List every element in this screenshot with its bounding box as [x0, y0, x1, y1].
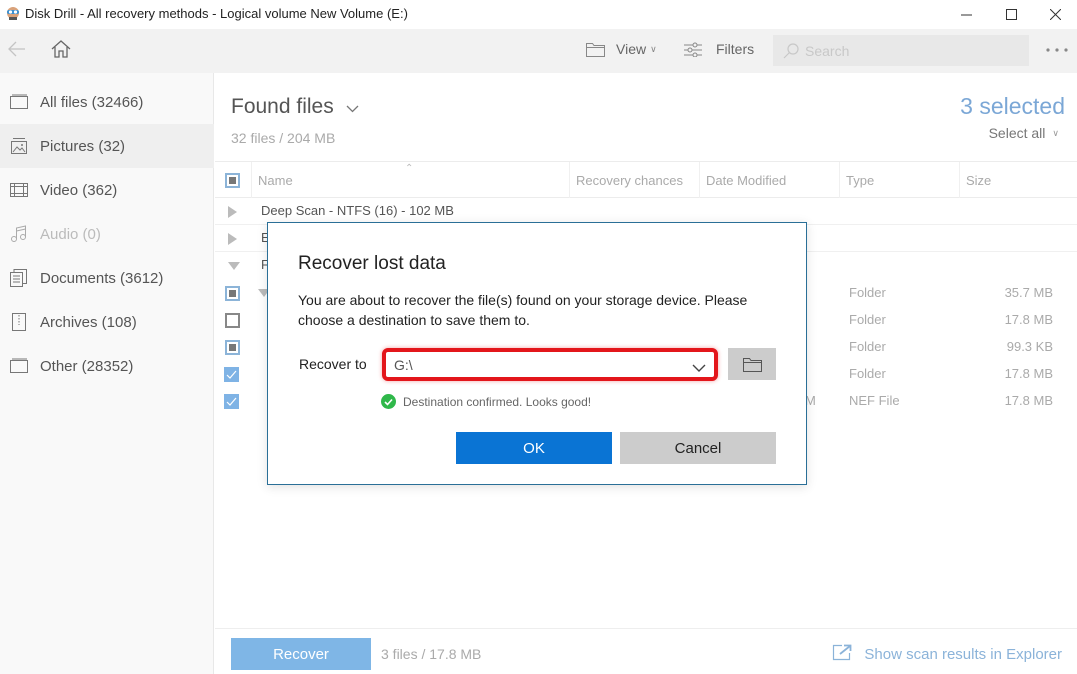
sidebar-item-label: Pictures (32) [40, 137, 126, 155]
search-icon [783, 43, 799, 64]
sidebar-item-label: Documents (3612) [40, 269, 164, 287]
audio-icon [10, 225, 28, 243]
column-type[interactable]: Type [839, 162, 959, 198]
row-checkbox[interactable] [225, 286, 240, 301]
search-input[interactable] [805, 41, 1015, 61]
minimize-button[interactable] [943, 0, 989, 29]
select-all-checkbox[interactable] [225, 173, 240, 188]
close-button[interactable] [1032, 0, 1077, 29]
table-header: Name ⌃ Recovery chances Date Modified Ty… [215, 161, 1077, 198]
picture-icon [10, 137, 28, 155]
confirmation-text: Destination confirmed. Looks good! [403, 394, 592, 409]
selected-count: 3 selected [960, 93, 1065, 119]
check-circle-icon [381, 394, 396, 409]
expand-icon[interactable] [228, 206, 237, 218]
bottom-bar: Recover 3 files / 17.8 MB Show scan resu… [215, 628, 1077, 674]
column-recovery-chances[interactable]: Recovery chances [569, 162, 699, 198]
other-icon [10, 357, 28, 375]
sidebar-item-label: All files (32466) [40, 93, 144, 111]
column-size[interactable]: Size [959, 162, 1077, 198]
sliders-icon [684, 42, 702, 57]
folder-icon [742, 357, 762, 372]
title-bar: Disk Drill - All recovery methods - Logi… [0, 0, 1077, 29]
show-in-explorer-link[interactable]: Show scan results in Explorer [832, 644, 1062, 665]
sidebar-item-audio[interactable]: Audio (0) [0, 212, 214, 256]
all-files-icon [10, 93, 28, 111]
minimize-icon [960, 14, 972, 16]
dialog-message: You are about to recover the file(s) fou… [298, 292, 748, 328]
chevron-down-icon: ∨ [1052, 127, 1059, 138]
sidebar-item-other[interactable]: Other (28352) [0, 344, 214, 388]
folder-icon [586, 42, 605, 57]
row-checkbox[interactable] [224, 367, 239, 382]
destination-status: Destination confirmed. Looks good! [381, 394, 591, 409]
found-files-dropdown[interactable]: Found files [231, 95, 359, 119]
sidebar-item-archives[interactable]: Archives (108) [0, 300, 214, 344]
column-date-modified[interactable]: Date Modified [699, 162, 839, 198]
view-label: View [616, 41, 647, 57]
filters-label: Filters [716, 41, 755, 57]
table-row[interactable]: Deep Scan - NTFS (16) - 102 MB [215, 198, 1077, 225]
home-button[interactable] [51, 40, 71, 58]
checkmark-icon [226, 397, 237, 406]
sidebar: All files (32466) Pictures (32) Video (3… [0, 73, 214, 674]
maximize-icon [1005, 9, 1017, 20]
sidebar-item-documents[interactable]: Documents (3612) [0, 256, 214, 300]
toolbar: View ∨ Filters [0, 29, 1077, 73]
sort-ascending-icon: ⌃ [405, 163, 414, 174]
page-title: Found files [231, 95, 334, 118]
back-button[interactable] [8, 41, 26, 57]
window-title: Disk Drill - All recovery methods - Logi… [25, 6, 408, 21]
sidebar-item-label: Audio (0) [40, 225, 101, 243]
arrow-left-icon [8, 41, 25, 57]
chevron-down-icon [346, 95, 359, 119]
sidebar-item-label: Archives (108) [40, 313, 137, 331]
recover-summary: 3 files / 17.8 MB [381, 646, 482, 662]
recover-dialog: Recover lost data You are about to recov… [267, 222, 807, 485]
checkmark-icon [226, 370, 237, 379]
sidebar-item-pictures[interactable]: Pictures (32) [0, 124, 214, 168]
home-icon [51, 40, 71, 58]
sidebar-item-all-files[interactable]: All files (32466) [0, 80, 214, 124]
chevron-down-icon [692, 360, 706, 378]
more-horizontal-icon [1046, 48, 1068, 52]
view-menu-button[interactable]: View ∨ [586, 41, 657, 57]
recover-to-label: Recover to [299, 356, 367, 372]
cancel-button[interactable]: Cancel [620, 432, 776, 464]
disk-drill-icon [6, 6, 20, 21]
archive-icon [10, 313, 28, 331]
sidebar-item-label: Video (362) [40, 181, 118, 199]
row-checkbox[interactable] [224, 394, 239, 409]
video-icon [10, 181, 28, 199]
maximize-button[interactable] [988, 0, 1034, 29]
select-all-dropdown[interactable]: Select all ∨ [989, 125, 1059, 141]
select-all-label: Select all [988, 125, 1046, 141]
sidebar-item-label: Other (28352) [40, 357, 134, 375]
row-checkbox[interactable] [225, 340, 240, 355]
close-icon [1049, 9, 1061, 20]
browse-folder-button[interactable] [728, 348, 776, 380]
found-files-summary: 32 files / 204 MB [231, 130, 336, 146]
recover-button[interactable]: Recover [231, 638, 371, 670]
destination-value: G:\ [394, 357, 413, 373]
row-checkbox[interactable] [225, 313, 240, 328]
destination-select[interactable]: G:\ [382, 348, 718, 381]
external-open-icon [832, 644, 852, 665]
expand-icon[interactable] [228, 233, 237, 245]
filters-button[interactable]: Filters [684, 41, 754, 57]
ok-button[interactable]: OK [456, 432, 612, 464]
collapse-icon[interactable] [228, 262, 240, 270]
sidebar-item-video[interactable]: Video (362) [0, 168, 214, 212]
more-options-button[interactable] [1046, 48, 1068, 52]
chevron-down-icon: ∨ [650, 43, 657, 54]
search-box[interactable] [773, 35, 1029, 66]
dialog-title: Recover lost data [298, 253, 446, 274]
documents-icon [10, 269, 28, 287]
